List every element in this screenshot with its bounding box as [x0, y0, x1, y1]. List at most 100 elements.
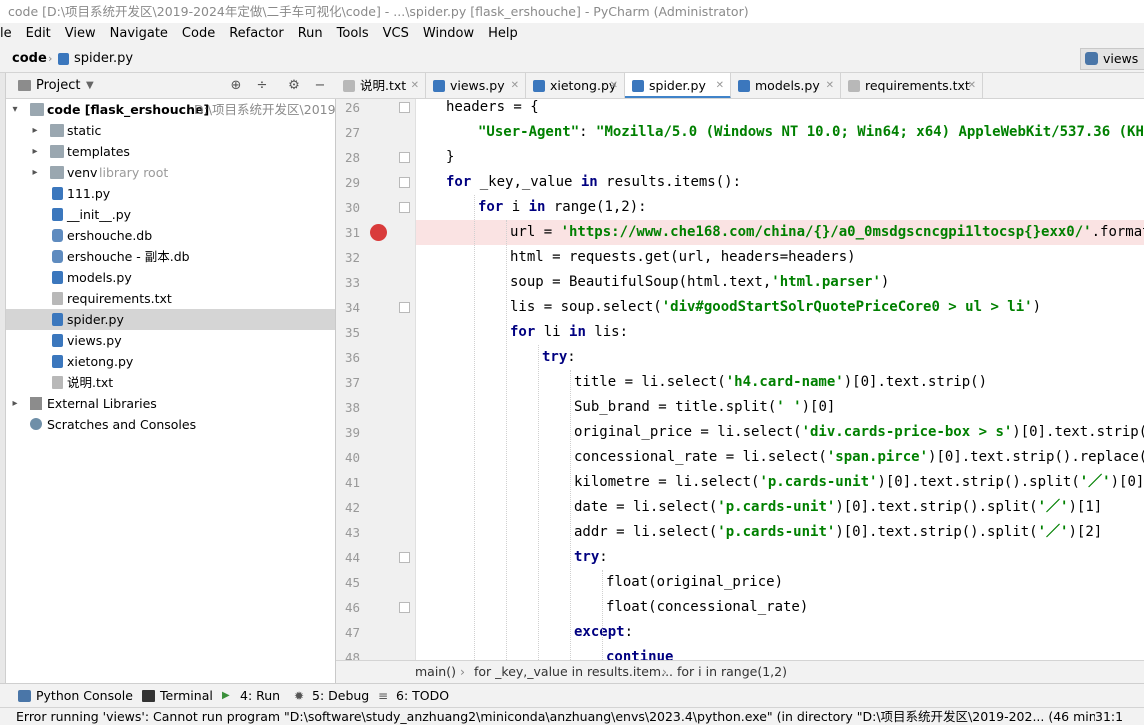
chevron-down-icon[interactable]: ▾ [10, 99, 20, 120]
tree-item[interactable]: xietong.py [6, 351, 335, 372]
code-line[interactable]: Sub_brand = title.split(' ')[0] [416, 395, 1144, 420]
menu-tools[interactable]: Tools [332, 23, 374, 45]
menu-refactor[interactable]: Refactor [224, 23, 289, 45]
code-line[interactable]: html = requests.get(url, headers=headers… [416, 245, 1144, 270]
tree-item[interactable]: ▸ venv library root [6, 162, 335, 183]
menu-view[interactable]: View [60, 23, 101, 45]
python-console-button[interactable]: Python Console [16, 684, 133, 708]
collapse-all-icon[interactable]: ÷ [254, 78, 270, 94]
code-line[interactable]: } [416, 145, 1144, 170]
close-icon[interactable]: ✕ [716, 73, 724, 98]
tree-item[interactable]: requirements.txt [6, 288, 335, 309]
menu-help[interactable]: Help [483, 23, 523, 45]
fold-marker-icon[interactable] [399, 102, 410, 113]
breakpoint-icon[interactable] [370, 224, 387, 241]
locate-icon[interactable]: ⊕ [228, 78, 244, 94]
fold-marker-icon[interactable] [399, 177, 410, 188]
code-line[interactable]: for li in lis: [416, 320, 1144, 345]
close-icon[interactable]: ✕ [826, 73, 834, 98]
chevron-right-icon[interactable]: ▸ [30, 141, 40, 162]
tab-xietong-py[interactable]: xietong.py ✕ [526, 73, 625, 98]
code-line[interactable]: addr = li.select('p.cards-unit')[0].text… [416, 520, 1144, 545]
code-line[interactable]: "User-Agent": "Mozilla/5.0 (Windows NT 1… [416, 120, 1144, 145]
code-line[interactable]: date = li.select('p.cards-unit')[0].text… [416, 495, 1144, 520]
close-icon[interactable]: ✕ [610, 73, 618, 98]
tab-models-py[interactable]: models.py ✕ [731, 73, 841, 98]
chevron-right-icon[interactable]: ▸ [30, 162, 40, 183]
code-line[interactable]: continue [416, 645, 1144, 660]
crumb-function[interactable]: main() [415, 661, 456, 683]
code-line[interactable]: title = li.select('h4.card-name')[0].tex… [416, 370, 1144, 395]
code-line[interactable]: except: [416, 620, 1144, 645]
menu-edit[interactable]: Edit [21, 23, 56, 45]
tree-item-label: spider.py [67, 312, 124, 327]
gear-icon[interactable]: ⚙ [286, 78, 302, 94]
nav-file-crumb[interactable]: spider.py [74, 45, 133, 73]
code-line[interactable]: kilometre = li.select('p.cards-unit')[0]… [416, 470, 1144, 495]
debug-button[interactable]: ✹ 5: Debug [292, 684, 369, 708]
code-line[interactable]: headers = { [416, 99, 1144, 120]
chevron-right-icon[interactable]: ▸ [30, 120, 40, 141]
code-line[interactable]: soup = BeautifulSoup(html.text,'html.par… [416, 270, 1144, 295]
todo-button[interactable]: ≡ 6: TODO [376, 684, 449, 708]
status-message[interactable]: Error running 'views': Cannot run progra… [16, 708, 1144, 725]
line-number: 42 [344, 500, 360, 515]
tree-item[interactable]: 说明.txt [6, 372, 335, 393]
menu-navigate[interactable]: Navigate [105, 23, 173, 45]
menu-run[interactable]: Run [293, 23, 328, 45]
code-line[interactable]: float(original_price) [416, 570, 1144, 595]
code-line[interactable]: for _key,_value in results.items(): [416, 170, 1144, 195]
fold-marker-icon[interactable] [399, 152, 410, 163]
string-token: 'p.cards-unit' [717, 499, 836, 515]
code-line[interactable]: for i in range(1,2): [416, 195, 1144, 220]
fold-marker-icon[interactable] [399, 202, 410, 213]
tree-item[interactable]: ▸ templates [6, 141, 335, 162]
menu-window[interactable]: Window [418, 23, 479, 45]
code-line[interactable]: try: [416, 545, 1144, 570]
tree-scratches[interactable]: Scratches and Consoles [6, 414, 335, 435]
crumb-inner-loop[interactable]: for i in range(1,2) [677, 661, 787, 683]
tree-item[interactable]: __init__.py [6, 204, 335, 225]
tree-item[interactable]: ershouche.db [6, 225, 335, 246]
tree-item[interactable]: ershouche - 副本.db [6, 246, 335, 267]
close-icon[interactable]: ✕ [968, 73, 976, 98]
code-editor[interactable]: 26 27 28 29 30 31 32 33 34 35 36 37 38 39 40 41 42 43 44 45… [336, 99, 1144, 660]
code-line[interactable]: float(concessional_rate) [416, 595, 1144, 620]
fold-marker-icon[interactable] [399, 552, 410, 563]
line-number: 28 [344, 150, 360, 165]
menu-file[interactable]: le [0, 23, 17, 45]
code-line[interactable]: url = 'https://www.che168.com/china/{}/a… [416, 220, 1144, 245]
fold-marker-icon[interactable] [399, 602, 410, 613]
nav-project-crumb[interactable]: code [12, 45, 47, 73]
tree-item[interactable]: views.py [6, 330, 335, 351]
tab-requirements-txt[interactable]: requirements.txt ✕ [841, 73, 983, 98]
project-panel-title[interactable]: Project [36, 73, 80, 99]
crumb-outer-loop[interactable]: for _key,_value in results.item... [474, 661, 673, 683]
code-line[interactable]: lis = soup.select('div#goodStartSolrQuot… [416, 295, 1144, 320]
run-button[interactable]: ▶ 4: Run [220, 684, 280, 708]
terminal-button[interactable]: Terminal [140, 684, 213, 708]
code-line[interactable]: try: [416, 345, 1144, 370]
code-line[interactable]: concessional_rate = li.select('span.pirc… [416, 445, 1144, 470]
tab-views-py[interactable]: views.py ✕ [426, 73, 526, 98]
minimize-icon[interactable]: − [312, 78, 328, 94]
tree-item[interactable]: models.py [6, 267, 335, 288]
dropdown-arrow-icon[interactable]: ▼ [86, 73, 94, 99]
tree-external-libraries[interactable]: ▸ External Libraries [6, 393, 335, 414]
menu-code[interactable]: Code [177, 23, 220, 45]
close-icon[interactable]: ✕ [511, 73, 519, 98]
fold-marker-icon[interactable] [399, 302, 410, 313]
run-config-selector[interactable]: views [1080, 48, 1144, 70]
tree-root[interactable]: ▾ code [flask_ershouche] D:\项目系统开发区\2019… [6, 99, 335, 120]
menu-vcs[interactable]: VCS [378, 23, 414, 45]
tree-item[interactable]: ▸ static [6, 120, 335, 141]
tree-item[interactable]: 111.py [6, 183, 335, 204]
tab-txt[interactable]: 说明.txt ✕ [336, 73, 426, 98]
chevron-right-icon[interactable]: ▸ [10, 393, 20, 414]
tree-item[interactable]: spider.py [6, 309, 335, 330]
code-line[interactable]: original_price = li.select('div.cards-pr… [416, 420, 1144, 445]
editor-gutter[interactable]: 26 27 28 29 30 31 32 33 34 35 36 37 38 39 40 41 42 43 44 45… [336, 99, 416, 660]
caret-position[interactable]: 31:1 [1095, 708, 1144, 725]
tab-spider-py[interactable]: spider.py ✕ [625, 73, 731, 98]
close-icon[interactable]: ✕ [411, 73, 419, 98]
